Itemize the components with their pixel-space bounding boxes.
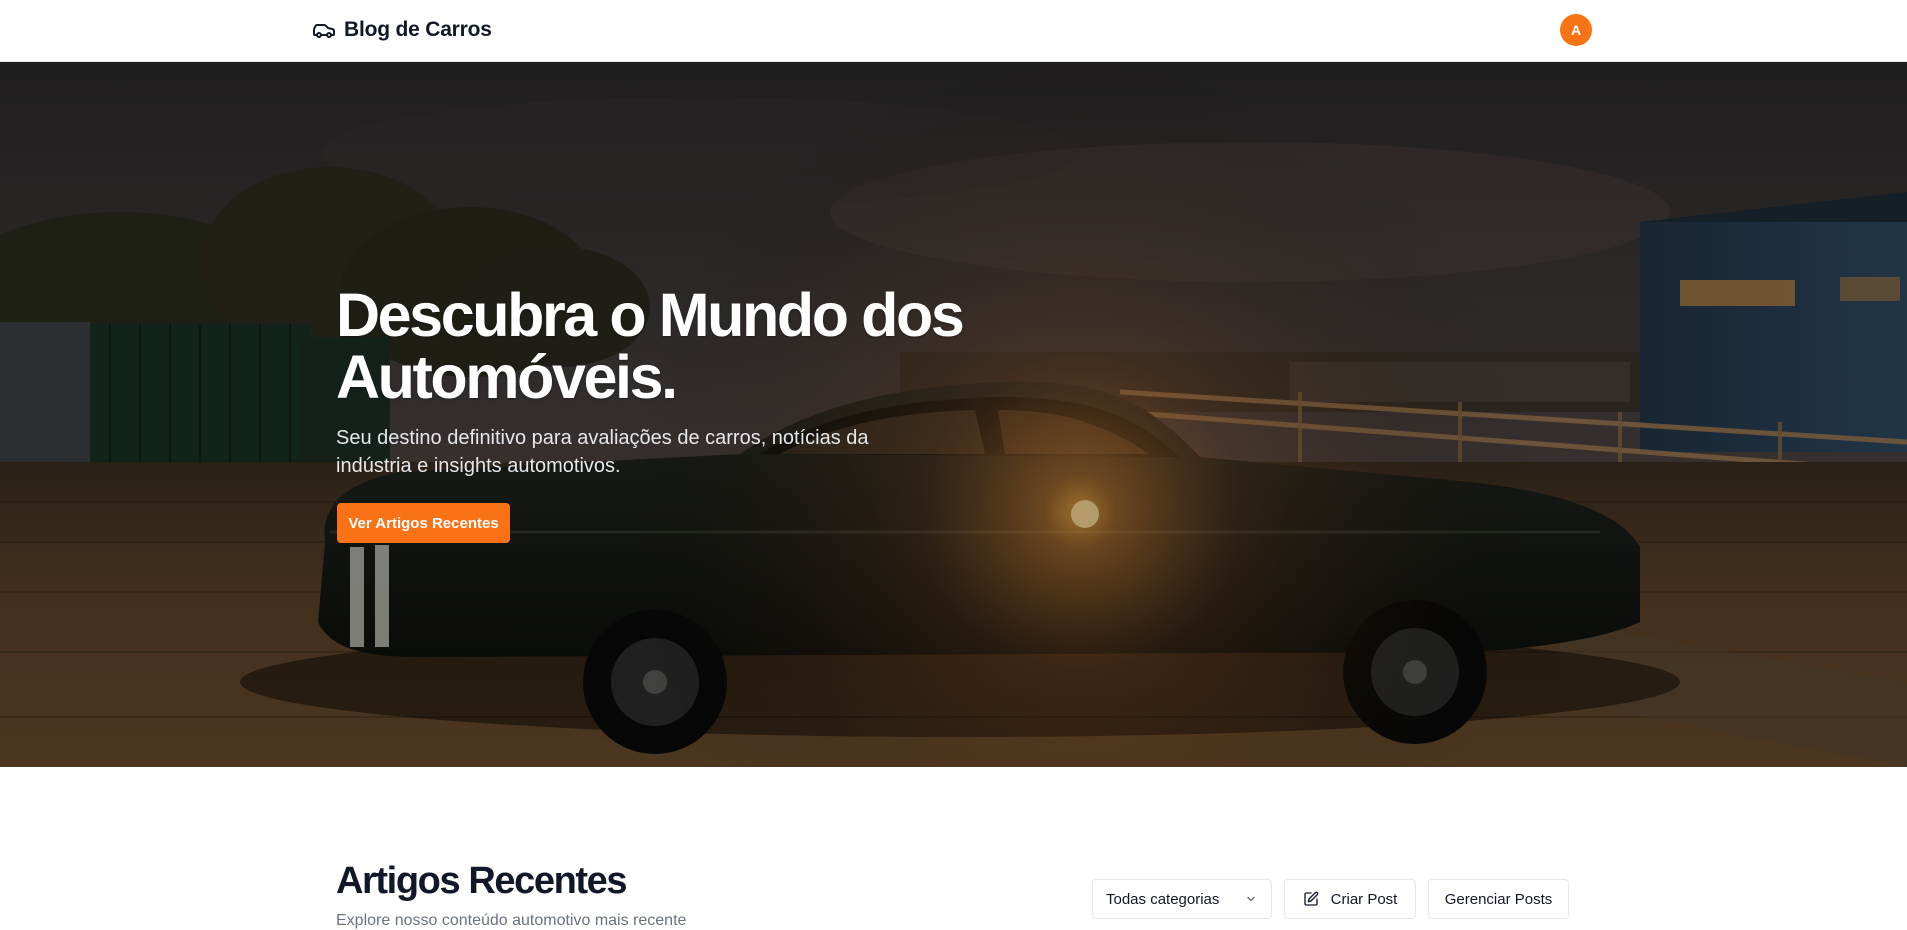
hero-subtitle: Seu destino definitivo para avaliações d… (336, 424, 956, 480)
chevron-down-icon (1247, 896, 1255, 902)
hero-title: Descubra o Mundo dos Automóveis. (336, 284, 1056, 408)
create-post-label: Criar Post (1330, 890, 1398, 908)
hero-title-line-1: Descubra o Mundo dos (336, 281, 965, 349)
hero-background-image (0, 62, 1907, 767)
pencil-square-icon (1303, 891, 1318, 906)
hero-title-line-2: Automóveis. (336, 343, 678, 411)
category-filter-value: Todas categorias (1106, 890, 1220, 908)
car-icon (313, 24, 335, 38)
brand-name: Blog de Carros (344, 18, 492, 41)
hero-banner: Descubra o Mundo dos Automóveis. Seu des… (0, 62, 1907, 767)
hero-subtitle-line-2: indústria e insights automotivos. (336, 455, 621, 477)
top-navbar: Blog de Carros A (0, 0, 1907, 62)
manage-posts-button[interactable]: Gerenciar Posts (1428, 879, 1569, 919)
view-recent-articles-button[interactable]: Ver Artigos Recentes (337, 503, 510, 543)
category-filter-select[interactable]: Todas categorias (1092, 879, 1272, 919)
user-avatar[interactable]: A (1560, 14, 1592, 46)
articles-section-title: Artigos Recentes (336, 860, 628, 902)
articles-section-subtitle: Explore nosso conteúdo automotivo mais r… (336, 912, 687, 929)
manage-posts-label: Gerenciar Posts (1444, 890, 1553, 908)
hero-subtitle-line-1: Seu destino definitivo para avaliações d… (336, 427, 869, 449)
brand-link[interactable]: Blog de Carros (312, 18, 492, 42)
create-post-button[interactable]: Criar Post (1284, 879, 1416, 919)
